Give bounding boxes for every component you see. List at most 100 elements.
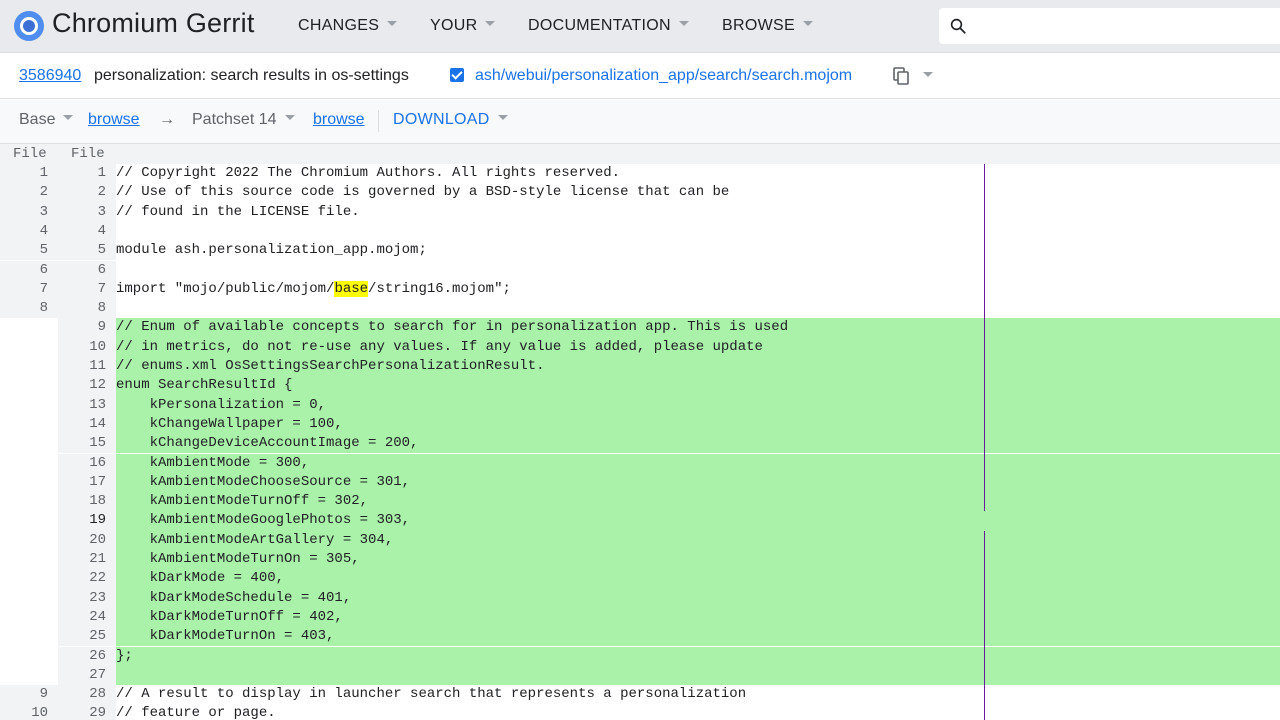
- right-line-number[interactable]: 16: [58, 453, 116, 473]
- diff-row[interactable]: 9 28// A result to display in launcher se…: [0, 685, 1280, 705]
- app-title[interactable]: Chromium Gerrit: [52, 8, 255, 39]
- search-input[interactable]: [975, 12, 1265, 40]
- right-line-number[interactable]: 18: [58, 492, 116, 512]
- code-line[interactable]: kAmbientMode = 300,: [116, 453, 1280, 473]
- code-line[interactable]: kAmbientModeChooseSource = 301,: [116, 472, 1280, 493]
- diff-row[interactable]: 2 2// Use of this source code is governed…: [0, 183, 1280, 203]
- code-line[interactable]: // Copyright 2022 The Chromium Authors. …: [116, 164, 1280, 183]
- nav-changes[interactable]: CHANGES: [298, 17, 398, 35]
- diff-row-added[interactable]: 21 kAmbientModeTurnOn = 305,: [0, 550, 1280, 570]
- right-line-number[interactable]: 24: [58, 607, 116, 628]
- diff-row[interactable]: 7 7 import "mojo/public/mojom/base/string1…: [0, 279, 1280, 300]
- chromium-logo-icon[interactable]: [14, 11, 44, 41]
- diff-row-added[interactable]: 11// enums.xml OsSettingsSearchPersonali…: [0, 357, 1280, 377]
- code-line[interactable]: kChangeDeviceAccountImage = 200,: [116, 434, 1280, 454]
- left-line-number[interactable]: 10: [0, 704, 58, 720]
- diff-row-added[interactable]: 9// Enum of available concepts to search…: [0, 318, 1280, 338]
- left-line-number[interactable]: 7: [0, 279, 58, 300]
- code-line[interactable]: kAmbientModeTurnOff = 302,: [116, 492, 1280, 512]
- right-line-number[interactable]: 22: [58, 569, 116, 589]
- download-button[interactable]: DOWNLOAD: [393, 111, 508, 129]
- right-line-number[interactable]: 23: [58, 588, 116, 608]
- code-line[interactable]: kDarkMode = 400,: [116, 569, 1280, 589]
- left-line-number[interactable]: 6: [0, 260, 58, 280]
- diff-row-added[interactable]: 23 kDarkModeSchedule = 401,: [0, 588, 1280, 608]
- right-line-number[interactable]: 13: [58, 395, 116, 415]
- right-line-number[interactable]: 19: [58, 511, 116, 531]
- diff-row-added[interactable]: 13 kPersonalization = 0,: [0, 395, 1280, 415]
- right-line-number[interactable]: 17: [58, 472, 116, 493]
- browse-patchset-link[interactable]: browse: [313, 111, 365, 129]
- right-line-number[interactable]: 20: [58, 530, 116, 550]
- diff-row[interactable]: 66: [0, 260, 1280, 280]
- code-line[interactable]: };: [116, 646, 1280, 666]
- right-line-number[interactable]: 14: [58, 414, 116, 435]
- diff-row-added[interactable]: 27: [0, 665, 1280, 686]
- code-line[interactable]: // enums.xml OsSettingsSearchPersonaliza…: [116, 357, 1280, 377]
- right-line-number[interactable]: 6: [58, 260, 116, 280]
- diff-row-added[interactable]: 24 kDarkModeTurnOff = 402,: [0, 607, 1280, 628]
- diff-row[interactable]: 44: [0, 221, 1280, 242]
- code-line[interactable]: kPersonalization = 0,: [116, 395, 1280, 415]
- right-line-number[interactable]: 15: [58, 434, 116, 454]
- diff-row[interactable]: 5 5 module ash.personalization_app.mojom;: [0, 241, 1280, 261]
- right-line-number[interactable]: 28: [58, 685, 116, 705]
- right-line-number[interactable]: 8: [58, 299, 116, 319]
- diff-row[interactable]: 1 1// Copyright 2022 The Chromium Authors…: [0, 164, 1280, 184]
- diff-row-added[interactable]: 25 kDarkModeTurnOn = 403,: [0, 627, 1280, 647]
- diff-row-added[interactable]: 12 enum SearchResultId {: [0, 376, 1280, 396]
- diff-row-added[interactable]: 15 kChangeDeviceAccountImage = 200,: [0, 434, 1280, 454]
- right-line-number[interactable]: 7: [58, 279, 116, 300]
- code-line[interactable]: [116, 665, 1280, 686]
- diff-row-added[interactable]: 22 kDarkMode = 400,: [0, 569, 1280, 589]
- diff-row-added[interactable]: 26};: [0, 646, 1280, 666]
- code-line[interactable]: // Enum of available concepts to search …: [116, 318, 1280, 338]
- left-line-number[interactable]: 9: [0, 685, 58, 705]
- browse-base-link[interactable]: browse: [88, 111, 140, 129]
- left-line-number[interactable]: 2: [0, 183, 58, 203]
- right-line-number[interactable]: 1: [58, 164, 116, 184]
- code-line[interactable]: kChangeWallpaper = 100,: [116, 414, 1280, 435]
- code-line[interactable]: // in metrics, do not re-use any values.…: [116, 337, 1280, 357]
- left-line-number[interactable]: 3: [0, 202, 58, 222]
- code-line[interactable]: [116, 222, 1280, 241]
- right-line-number[interactable]: 5: [58, 241, 116, 261]
- right-line-number[interactable]: 10: [58, 337, 116, 357]
- patchset-select[interactable]: Patchset 14: [192, 111, 295, 129]
- code-line[interactable]: kDarkModeTurnOn = 403,: [116, 627, 1280, 647]
- right-line-number[interactable]: 11: [58, 357, 116, 377]
- right-line-number[interactable]: 2: [58, 183, 116, 203]
- right-line-number[interactable]: 27: [58, 665, 116, 686]
- code-line[interactable]: // found in the LICENSE file.: [116, 203, 1280, 222]
- left-line-number[interactable]: 8: [0, 299, 58, 319]
- diff-row[interactable]: 10 29// feature or page.: [0, 704, 1280, 720]
- diff-row-added[interactable]: 19 kAmbientModeGooglePhotos = 303,: [0, 511, 1280, 531]
- diff-row-added[interactable]: 10// in metrics, do not re-use any value…: [0, 337, 1280, 357]
- code-line[interactable]: kDarkModeSchedule = 401,: [116, 588, 1280, 608]
- right-line-number[interactable]: 12: [58, 376, 116, 396]
- nav-browse[interactable]: BROWSE: [722, 17, 813, 35]
- diff-row-added[interactable]: 17 kAmbientModeChooseSource = 301,: [0, 472, 1280, 493]
- code-line[interactable]: kAmbientModeGooglePhotos = 303,: [116, 511, 1280, 531]
- right-line-number[interactable]: 9: [58, 318, 116, 338]
- right-line-number[interactable]: 3: [58, 202, 116, 222]
- code-line[interactable]: enum SearchResultId {: [116, 376, 1280, 396]
- nav-documentation[interactable]: DOCUMENTATION: [528, 17, 689, 35]
- right-line-number[interactable]: 4: [58, 221, 116, 242]
- right-line-number[interactable]: 26: [58, 646, 116, 666]
- left-line-number[interactable]: 5: [0, 241, 58, 261]
- file-path-link[interactable]: ash/webui/personalization_app/search/sea…: [475, 67, 852, 85]
- file-dropdown-chevron-icon[interactable]: [923, 72, 933, 77]
- code-line[interactable]: // feature or page.: [116, 704, 1280, 720]
- code-line[interactable]: module ash.personalization_app.mojom;: [116, 241, 1280, 260]
- nav-your[interactable]: YOUR: [430, 17, 496, 35]
- code-line[interactable]: kAmbientModeTurnOn = 305,: [116, 550, 1280, 570]
- code-line[interactable]: [116, 261, 1280, 280]
- left-line-number[interactable]: 1: [0, 164, 58, 184]
- code-line[interactable]: kAmbientModeArtGallery = 304,: [116, 530, 1280, 550]
- right-line-number[interactable]: 29: [58, 704, 116, 720]
- code-line[interactable]: // Use of this source code is governed b…: [116, 183, 1280, 202]
- change-number-link[interactable]: 3586940: [19, 67, 81, 85]
- diff-row[interactable]: 88: [0, 299, 1280, 319]
- code-line[interactable]: // A result to display in launcher searc…: [116, 685, 1280, 704]
